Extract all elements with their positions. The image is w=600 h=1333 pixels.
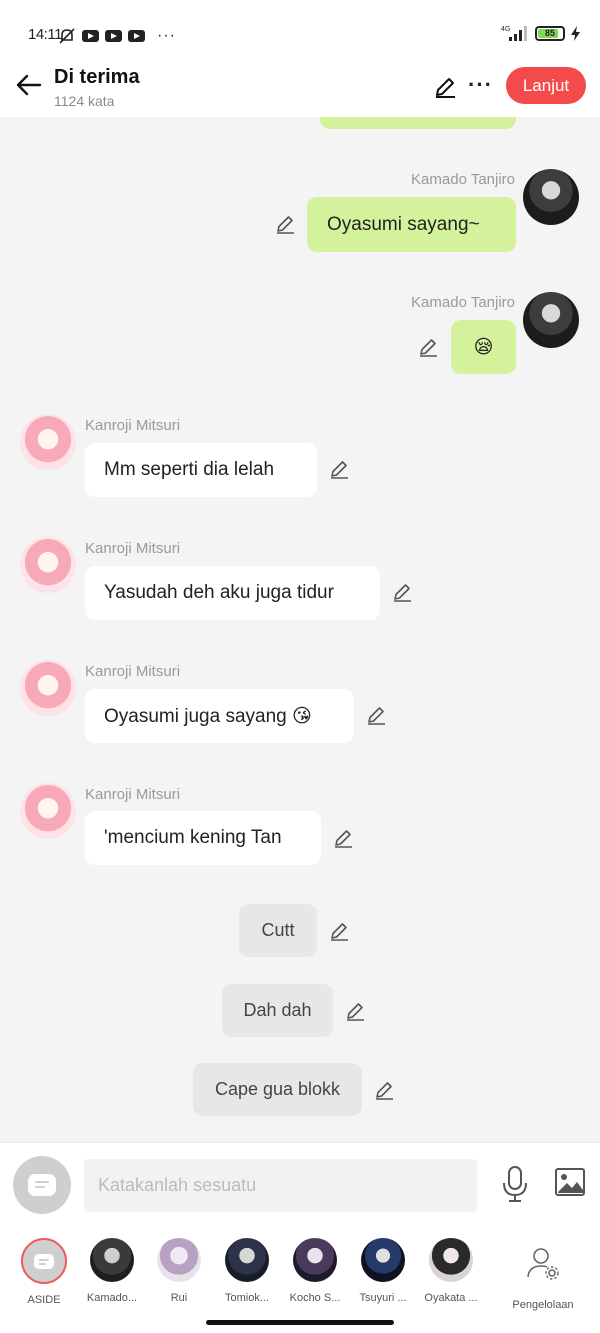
character-kamado[interactable]: Kamado... (78, 1236, 146, 1304)
character-label: Oyakata ... (424, 1292, 478, 1304)
mute-icon (59, 28, 75, 44)
chat-header: Di terima 1124 kata ··· Lanjut (0, 62, 600, 117)
message-bubble[interactable]: 'mencium kening Tan (85, 811, 321, 865)
avatar (90, 1238, 134, 1282)
message-text: Oyasumi sayang~ (327, 213, 480, 235)
status-time: 14:11 (28, 26, 62, 43)
character-label: Kamado... (86, 1292, 138, 1304)
character-kocho[interactable]: Kocho S... (281, 1236, 349, 1304)
pencil-icon[interactable] (365, 704, 387, 726)
home-indicator (206, 1320, 394, 1325)
pencil-icon[interactable] (391, 581, 413, 603)
avatar[interactable] (523, 292, 579, 348)
person-settings-icon (527, 1248, 559, 1280)
avatar (293, 1238, 337, 1282)
narration-text: Dah dah (243, 1000, 312, 1020)
pencil-icon[interactable] (373, 1079, 395, 1101)
character-tomioka[interactable]: Tomiok... (213, 1236, 281, 1304)
microphone-icon[interactable] (500, 1165, 530, 1203)
pencil-icon[interactable] (344, 1000, 366, 1022)
pencil-icon[interactable] (417, 336, 439, 358)
more-icon[interactable]: ··· (468, 72, 493, 98)
character-label: ASIDE (27, 1294, 61, 1306)
back-arrow-icon[interactable] (14, 70, 44, 100)
narration-text: Cutt (261, 920, 295, 940)
character-label: Tomiok... (224, 1292, 269, 1304)
youtube-icon (105, 30, 122, 42)
network-type: 4G (501, 26, 510, 33)
message-input[interactable] (84, 1159, 477, 1212)
battery-level: 85 (544, 27, 555, 38)
avatar[interactable] (20, 660, 76, 716)
pencil-icon[interactable] (328, 920, 350, 942)
sender-name: Kamado Tanjiro (411, 171, 515, 188)
chat-icon (28, 1174, 56, 1196)
pencil-icon[interactable] (328, 458, 350, 480)
message-text: Oyasumi juga sayang 😘 (104, 705, 312, 727)
status-right: 4G 85 (501, 25, 580, 41)
word-count: 1124 kata (54, 93, 115, 109)
message-bubble[interactable]: Yasudah deh aku juga tidur (85, 566, 380, 620)
input-bar (0, 1142, 600, 1228)
battery-icon: 85 (535, 25, 565, 41)
sender-name: Kanroji Mitsuri (85, 417, 181, 434)
management-button[interactable]: Pengelolaan (508, 1246, 578, 1311)
status-bar: 14:11 ··· 4G 85 (0, 0, 600, 62)
charging-icon (571, 25, 580, 41)
chat-area[interactable]: Kamado Tanjiro Oyasumi sayang~ Kamado Ta… (0, 117, 600, 1142)
youtube-icon (82, 30, 99, 42)
pencil-icon[interactable] (332, 827, 354, 849)
pencil-icon[interactable] (274, 213, 296, 235)
narration-bubble[interactable]: Dah dah (222, 984, 333, 1037)
management-label: Pengelolaan (512, 1299, 574, 1311)
message-text: 😪 (473, 336, 494, 358)
chat-icon (34, 1253, 54, 1269)
avatar (429, 1238, 473, 1282)
avatar[interactable] (523, 169, 579, 225)
avatar[interactable] (20, 414, 76, 470)
character-bar: ASIDE Kamado... Rui Tomiok... Kocho S...… (0, 1228, 600, 1333)
avatar (157, 1238, 201, 1282)
message-text: Mm seperti dia lelah (104, 459, 275, 480)
avatar (225, 1238, 269, 1282)
sender-name: Kanroji Mitsuri (85, 540, 181, 557)
notification-icons: ··· (58, 27, 176, 45)
sender-name: Kanroji Mitsuri (85, 663, 181, 680)
message-bubble[interactable]: Oyasumi juga sayang 😘 (85, 689, 354, 743)
aside-avatar (21, 1238, 67, 1284)
message-bubble-partial[interactable] (320, 117, 516, 129)
sender-name: Kanroji Mitsuri (85, 786, 181, 803)
narration-bubble[interactable]: Cape gua blokk (193, 1063, 362, 1116)
youtube-icon (128, 30, 145, 42)
page-title: Di terima (54, 66, 140, 88)
character-label: Kocho S... (289, 1292, 341, 1304)
more-notifications-icon: ··· (157, 27, 176, 44)
message-text: Yasudah deh aku juga tidur (104, 582, 334, 603)
signal-icon: 4G (501, 26, 527, 41)
character-tsuyuri[interactable]: Tsuyuri ... (349, 1236, 417, 1304)
aside-toggle-button[interactable] (13, 1156, 71, 1214)
character-label: Tsuyuri ... (359, 1292, 407, 1304)
character-label: Rui (170, 1292, 188, 1304)
sender-name: Kamado Tanjiro (411, 294, 515, 311)
avatar (361, 1238, 405, 1282)
character-rui[interactable]: Rui (145, 1236, 213, 1304)
message-bubble[interactable]: 😪 (451, 320, 516, 374)
avatar[interactable] (20, 783, 76, 839)
character-oyakata[interactable]: Oyakata ... (417, 1236, 485, 1304)
image-icon[interactable] (554, 1167, 586, 1197)
message-bubble[interactable]: Mm seperti dia lelah (85, 443, 317, 497)
avatar[interactable] (20, 537, 76, 593)
narration-text: Cape gua blokk (214, 1079, 341, 1099)
message-bubble[interactable]: Oyasumi sayang~ (307, 197, 516, 252)
edit-pencil-icon[interactable] (432, 74, 458, 100)
message-text: 'mencium kening Tan (104, 827, 282, 848)
next-button[interactable]: Lanjut (506, 67, 586, 104)
narration-bubble[interactable]: Cutt (239, 904, 317, 957)
character-aside[interactable]: ASIDE (10, 1236, 78, 1306)
